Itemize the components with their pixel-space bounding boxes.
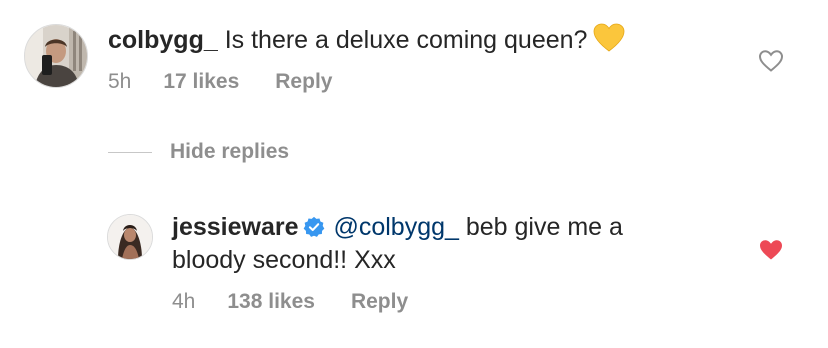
reply-meta: 4h 138 likes Reply <box>172 290 408 314</box>
reply-text: jessieware @colbygg_ beb give me a blood… <box>172 211 692 277</box>
avatar[interactable] <box>24 24 88 88</box>
comment-likes-count[interactable]: 17 likes <box>163 70 239 94</box>
heart-filled-icon[interactable] <box>758 238 784 262</box>
comment-timestamp: 5h <box>108 70 132 93</box>
comment-meta: 5h 17 likes Reply <box>108 70 332 94</box>
reply-timestamp: 4h <box>172 290 196 313</box>
reply-username[interactable]: jessieware <box>172 213 299 241</box>
profile-photo-image <box>25 25 87 87</box>
reply-mention-link[interactable]: @colbygg_ <box>333 213 458 241</box>
reply-likes-count[interactable]: 138 likes <box>227 290 315 314</box>
hide-replies-button[interactable]: Hide replies <box>108 140 289 164</box>
reply-button[interactable]: Reply <box>351 290 408 314</box>
reply-button[interactable]: Reply <box>275 70 332 94</box>
comment-text: colbygg_ Is there a deluxe coming queen? <box>108 23 728 57</box>
reply-avatar[interactable] <box>107 214 153 260</box>
profile-photo-image <box>108 215 152 259</box>
heart-outline-icon[interactable] <box>758 49 784 73</box>
hide-replies-divider <box>108 151 152 153</box>
verified-badge-icon <box>303 216 324 237</box>
comment-body: Is there a deluxe coming queen? <box>224 26 588 54</box>
yellow-heart-icon <box>594 23 625 52</box>
comment-username[interactable]: colbygg_ <box>108 26 218 54</box>
hide-replies-label: Hide replies <box>170 140 290 163</box>
